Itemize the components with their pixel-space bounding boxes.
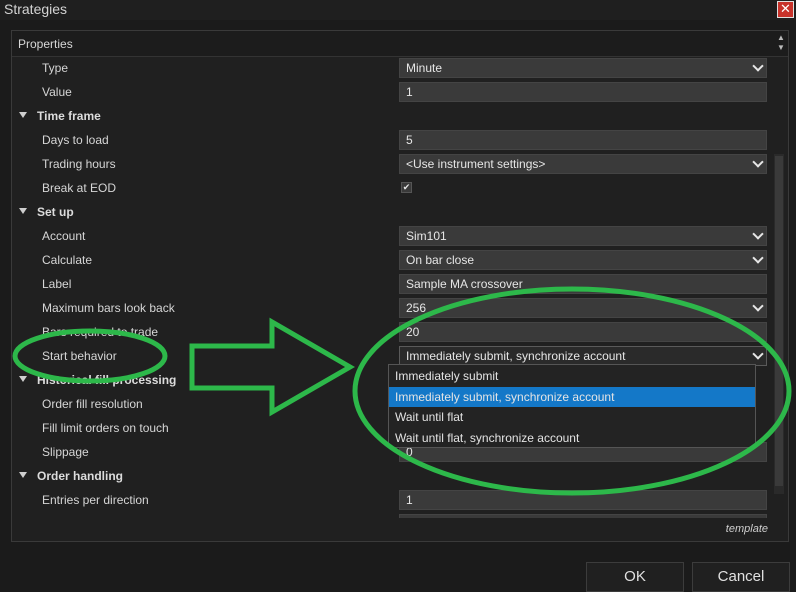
properties-panel: Properties ▲ ▼ Type Minute Value 1 Time fram… (11, 30, 789, 542)
property-row-bars-required-to-trade: Bars required to trade 20 (12, 320, 788, 344)
ok-button[interactable]: OK (586, 562, 684, 592)
property-input[interactable]: 1 (399, 490, 767, 510)
property-label: Bars required to trade (42, 325, 159, 339)
dropdown-option-label: Wait until flat, synchronize account (395, 430, 580, 445)
collapse-caret-icon[interactable] (19, 376, 27, 382)
property-value: On bar close (406, 253, 475, 267)
property-label: Start behavior (42, 349, 117, 363)
property-row-label: Label Sample MA crossover (12, 272, 788, 296)
dropdown-option-label: Immediately submit (395, 369, 499, 383)
property-select[interactable]: Sim101 (399, 226, 767, 246)
property-label: Slippage (42, 445, 89, 459)
property-row-days-to-load: Days to load 5 (12, 128, 788, 152)
dropdown-option[interactable]: Immediately submit (389, 366, 755, 386)
property-select[interactable]: 256 (399, 298, 767, 318)
property-label: Days to load (42, 133, 109, 147)
property-grid: Type Minute Value 1 Time frame Days to load 5 T… (12, 58, 788, 518)
property-label: Label (42, 277, 72, 291)
property-label: Value (42, 85, 72, 99)
property-input[interactable]: 5 (399, 130, 767, 150)
properties-header: Properties ▲ ▼ (12, 31, 788, 57)
property-row-blank (12, 512, 788, 518)
chevron-down-icon[interactable] (752, 156, 764, 168)
property-value: 1 (406, 85, 413, 99)
dropdown-option-label: Wait until flat (395, 410, 464, 424)
close-icon[interactable]: ✕ (777, 1, 794, 18)
scroll-spinner[interactable]: ▲ ▼ (776, 33, 786, 55)
property-label: Set up (37, 205, 74, 219)
chevron-down-icon[interactable] (752, 252, 764, 264)
property-value: 256 (406, 301, 427, 315)
vertical-scrollbar[interactable] (774, 154, 784, 494)
property-row-value: Value 1 (12, 80, 788, 104)
property-label: Account (42, 229, 86, 243)
scrollbar-thumb[interactable] (775, 156, 783, 486)
property-value: Sim101 (406, 229, 447, 243)
property-input[interactable]: Sample MA crossover (399, 274, 767, 294)
property-label: Order fill resolution (42, 397, 143, 411)
property-checkbox[interactable]: ✔ (401, 182, 412, 193)
property-label: Maximum bars look back (42, 301, 175, 315)
collapse-caret-icon[interactable] (19, 472, 27, 478)
start-behavior-dropdown-list[interactable]: Immediately submit Immediately submit, sy… (388, 364, 756, 448)
property-input[interactable]: 20 (399, 322, 767, 342)
property-select[interactable]: <Use instrument settings> (399, 154, 767, 174)
property-row-entries-per-direction: Entries per direction 1 (12, 488, 788, 512)
property-row-maximum-bars-look-back: Maximum bars look back 256 (12, 296, 788, 320)
property-value: <Use instrument settings> (406, 157, 546, 171)
dropdown-option[interactable]: Wait until flat, synchronize account (389, 428, 755, 448)
property-row-type: Type Minute (12, 58, 788, 80)
dropdown-option[interactable]: Immediately submit, synchronize account (389, 386, 755, 407)
property-value: Immediately submit, synchronize account (406, 349, 626, 363)
property-select[interactable]: Minute (399, 58, 767, 78)
property-label: Time frame (37, 109, 101, 123)
dropdown-option[interactable]: Wait until flat (389, 407, 755, 427)
property-select[interactable]: Immediately submit, synchronize account (399, 346, 767, 366)
dropdown-option-label: Immediately submit, synchronize account (395, 389, 615, 404)
collapse-caret-icon[interactable] (19, 208, 27, 214)
category-time-frame[interactable]: Time frame (12, 104, 788, 128)
window-title: Strategies (4, 1, 68, 17)
property-row-break-at-eod: Break at EOD ✔ (12, 176, 788, 200)
property-label: Calculate (42, 253, 93, 267)
property-input[interactable]: 1 (399, 82, 767, 102)
properties-title: Properties (18, 37, 73, 51)
property-row-trading-hours: Trading hours <Use instrument settings> (12, 152, 788, 176)
property-value: 20 (406, 325, 420, 339)
cancel-button[interactable]: Cancel (692, 562, 790, 592)
property-row-account: Account Sim101 (12, 224, 788, 248)
property-value: 1 (406, 493, 413, 507)
property-label: Order handling (37, 469, 124, 483)
property-row-calculate: Calculate On bar close (12, 248, 788, 272)
property-label: Entries per direction (42, 493, 149, 507)
property-label: Historical fill processing (37, 373, 177, 387)
category-set-up[interactable]: Set up (12, 200, 788, 224)
property-label: Break at EOD (42, 181, 117, 195)
chevron-down-icon[interactable] (752, 300, 764, 312)
property-value: 5 (406, 133, 413, 147)
collapse-caret-icon[interactable] (19, 112, 27, 118)
property-input[interactable] (399, 514, 767, 518)
title-bar: Strategies ✕ (0, 0, 796, 20)
template-link[interactable]: template (726, 523, 768, 535)
property-value: Sample MA crossover (406, 277, 523, 291)
spin-up-icon[interactable]: ▲ (776, 33, 786, 43)
chevron-down-icon[interactable] (752, 60, 764, 72)
property-label: Type (42, 61, 69, 75)
category-order-handling[interactable]: Order handling (12, 464, 788, 488)
property-value: Minute (406, 61, 443, 75)
property-label: Trading hours (42, 157, 116, 171)
property-label: Fill limit orders on touch (42, 421, 169, 435)
spin-down-icon[interactable]: ▼ (776, 43, 786, 53)
property-select[interactable]: On bar close (399, 250, 767, 270)
chevron-down-icon[interactable] (752, 228, 764, 240)
chevron-down-icon[interactable] (752, 348, 764, 360)
